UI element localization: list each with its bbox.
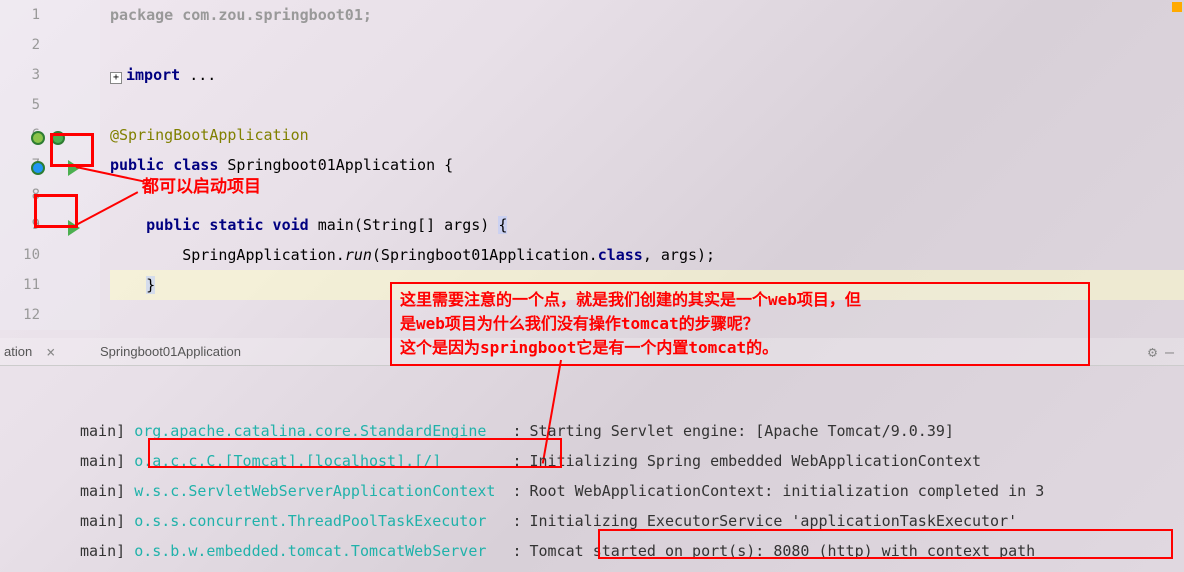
code-line: public class Springboot01Application { — [110, 150, 1184, 180]
run-gutter-icon[interactable] — [64, 157, 80, 173]
line-number: 6 — [0, 120, 100, 150]
console-output[interactable]: main] org.apache.catalina.core.StandardE… — [0, 366, 1184, 566]
line-number: 10 — [0, 240, 100, 270]
code-line — [110, 90, 1184, 120]
code-line — [110, 180, 1184, 210]
line-number: 12 — [0, 300, 100, 330]
code-line: +import ... — [110, 60, 1184, 90]
code-line: SpringApplication.run(Springboot01Applic… — [110, 240, 1184, 270]
line-number: 9 — [0, 210, 100, 240]
scroll-marker[interactable] — [1172, 2, 1182, 12]
code-editor[interactable]: 1 2 3 5 6 7 8 9 10 11 12 package com.zou… — [0, 0, 1184, 330]
check-icon — [29, 126, 45, 142]
code-content[interactable]: package com.zou.springboot01; +import ..… — [100, 0, 1184, 330]
close-icon[interactable]: × — [36, 343, 55, 361]
expand-icon[interactable]: + — [110, 72, 122, 84]
code-line: package com.zou.springboot01; — [110, 0, 1184, 30]
spring-icon — [49, 126, 65, 142]
gear-icon[interactable]: ⚙ — [1148, 343, 1157, 361]
line-number: 3 — [0, 60, 100, 90]
tab-label-partial: ation — [0, 344, 32, 359]
line-number: 8 — [0, 180, 100, 210]
line-number: 11 — [0, 270, 100, 300]
annotation-text: 都可以启动项目 — [142, 172, 261, 197]
code-line — [110, 30, 1184, 60]
line-number: 5 — [0, 90, 100, 120]
annotation-callout: 这里需要注意的一个点，就是我们创建的其实是一个web项目，但 是web项目为什么… — [390, 282, 1090, 366]
run-config-title[interactable]: Springboot01Application — [100, 344, 241, 359]
class-icon — [29, 156, 45, 172]
line-number: 7 — [0, 150, 100, 180]
console-line: main] o.a.c.c.C.[Tomcat].[localhost].[/]… — [80, 446, 1184, 476]
console-line: main] org.apache.catalina.core.StandardE… — [80, 416, 1184, 446]
code-line: @SpringBootApplication — [110, 120, 1184, 150]
line-number: 1 — [0, 0, 100, 30]
minimize-icon[interactable]: — — [1165, 343, 1174, 361]
line-number: 2 — [0, 30, 100, 60]
console-line: main] o.s.s.concurrent.ThreadPoolTaskExe… — [80, 506, 1184, 536]
gutter: 1 2 3 5 6 7 8 9 10 11 12 — [0, 0, 100, 330]
code-line: public static void main(String[] args) { — [110, 210, 1184, 240]
console-line: main] o.s.b.w.embedded.tomcat.TomcatWebS… — [80, 536, 1184, 566]
console-line: main] w.s.c.ServletWebServerApplicationC… — [80, 476, 1184, 506]
